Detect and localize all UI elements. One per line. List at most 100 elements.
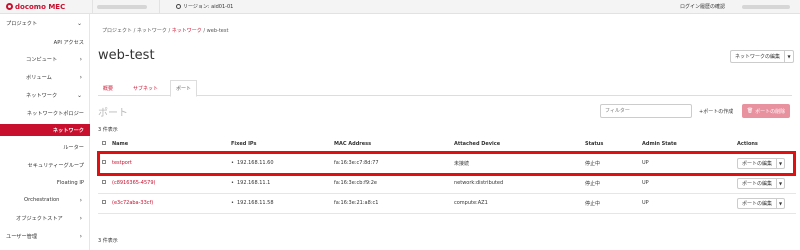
user-menu[interactable]	[742, 4, 790, 9]
column-header-mac[interactable]: MAC Address	[334, 135, 454, 154]
sidebar-item-label: Orchestration	[24, 197, 60, 203]
sidebar-item-label: ネットワーク	[26, 92, 58, 99]
sidebar-item-volume[interactable]: ボリューム ›	[0, 71, 90, 83]
edit-port-button[interactable]: ポートの編集 ▼	[737, 197, 786, 209]
ports-table: Name Fixed IPs MAC Address Attached Devi…	[98, 135, 796, 214]
top-bar: docomo MEC リージョン: aid01-01 ログイン履歴の確認	[0, 0, 800, 14]
edit-port-button[interactable]: ポートの編集 ▼	[737, 157, 786, 169]
sidebar: プロジェクト ⌄ API アクセス コンピュート › ボリューム › ネットワー…	[0, 14, 90, 250]
port-status: 停止中	[585, 173, 642, 194]
sidebar-item-router[interactable]: ルーター	[0, 141, 90, 153]
edit-port-label: ポートの編集	[742, 160, 773, 167]
edit-port-label: ポートの編集	[742, 200, 773, 207]
column-header-status[interactable]: Status	[585, 135, 642, 154]
table-row: testport 192.168.11.60 fa:16:3e:c7:8d:77…	[98, 153, 796, 174]
chevron-right-icon: ›	[79, 232, 82, 240]
port-device: compute:AZ1	[454, 193, 585, 214]
sidebar-item-object-store[interactable]: オブジェクトストア ›	[0, 212, 90, 224]
select-all-checkbox[interactable]	[102, 140, 106, 145]
filter-input[interactable]	[600, 104, 692, 118]
brand-logo[interactable]: docomo MEC	[0, 3, 90, 11]
breadcrumb: プロジェクト / ネットワーク / ネットワーク / web-test	[102, 27, 228, 34]
sidebar-item-label: コンピュート	[26, 56, 58, 63]
port-fixed-ip: 192.168.11.58	[231, 200, 274, 206]
sidebar-item-label: オブジェクトストア	[16, 215, 63, 222]
sidebar-item-api-access[interactable]: API アクセス	[0, 36, 90, 48]
row-select-cell	[98, 153, 112, 174]
chevron-down-icon: ⌄	[76, 19, 82, 27]
chevron-down-icon: ⌄	[76, 91, 82, 99]
port-name-link[interactable]: (e3c72aba-33cf)	[112, 200, 153, 206]
project-name-redacted	[97, 4, 147, 9]
tab-subnets[interactable]: サブネット	[128, 80, 163, 96]
edit-port-label: ポートの編集	[742, 180, 773, 187]
select-all-cell	[98, 135, 112, 154]
chevron-right-icon: ›	[79, 196, 82, 204]
sidebar-item-user-management[interactable]: ユーザー管理 ›	[0, 230, 90, 242]
column-header-actions: Actions	[737, 135, 796, 154]
tab-overview[interactable]: 概要	[98, 80, 118, 96]
row-select-cell	[98, 173, 112, 194]
project-selector[interactable]	[92, 0, 160, 14]
region-selector[interactable]: リージョン: aid01-01	[176, 3, 233, 10]
column-header-name[interactable]: Name	[112, 135, 231, 154]
sidebar-item-floating-ip[interactable]: Floating IP	[0, 177, 90, 189]
port-mac: fa:16:3e:21:a8:c1	[334, 193, 454, 214]
login-history-link[interactable]: ログイン履歴の確認	[680, 3, 725, 10]
delete-ports-button[interactable]: 🗑 ポートの削除	[742, 104, 790, 118]
sidebar-item-network-group[interactable]: ネットワーク ⌄	[0, 89, 90, 101]
edit-port-button[interactable]: ポートの編集 ▼	[737, 177, 786, 189]
breadcrumb-project[interactable]: プロジェクト	[102, 28, 132, 34]
port-status: 停止中	[585, 153, 642, 174]
sidebar-item-label: セキュリティーグループ	[27, 162, 84, 169]
region-label: リージョン: aid01-01	[183, 4, 234, 10]
tab-ports[interactable]: ポート	[170, 80, 198, 97]
item-count: 3 件表示	[98, 127, 118, 133]
sidebar-item-label: API アクセス	[53, 39, 84, 46]
port-device: 未接続	[454, 153, 585, 174]
row-select-cell	[98, 193, 112, 214]
caret-down-icon[interactable]: ▼	[784, 51, 793, 62]
chevron-right-icon: ›	[79, 73, 82, 81]
column-header-admin-state[interactable]: Admin State	[642, 135, 737, 154]
row-checkbox[interactable]	[102, 180, 106, 184]
sidebar-item-security-groups[interactable]: セキュリティーグループ	[0, 159, 90, 171]
sidebar-item-label: ネットワーク	[52, 127, 84, 134]
port-mac: fa:16:3e:cb:f9:2e	[334, 173, 454, 194]
caret-down-icon[interactable]: ▼	[776, 178, 784, 188]
sidebar-item-project[interactable]: プロジェクト ⌄	[0, 17, 90, 29]
port-fixed-ip: 192.168.11.60	[231, 160, 274, 166]
sidebar-item-label: ボリューム	[26, 74, 52, 81]
port-admin-state: UP	[642, 173, 737, 194]
caret-down-icon[interactable]: ▼	[776, 198, 784, 208]
port-mac: fa:16:3e:c7:8d:77	[334, 153, 454, 174]
column-header-fixed-ips[interactable]: Fixed IPs	[231, 135, 334, 154]
row-checkbox[interactable]	[102, 200, 106, 204]
port-name-link[interactable]: testport	[112, 160, 132, 166]
breadcrumb-network[interactable]: ネットワーク	[172, 28, 202, 34]
breadcrumb-current: web-test	[206, 28, 229, 34]
port-status: 停止中	[585, 193, 642, 214]
port-name-link[interactable]: (c8916365-4579)	[112, 180, 155, 186]
sidebar-item-label: プロジェクト	[6, 20, 38, 27]
sidebar-item-network[interactable]: ネットワーク	[0, 124, 90, 136]
sidebar-item-label: Floating IP	[56, 180, 84, 186]
logo-icon	[6, 3, 13, 10]
row-checkbox[interactable]	[102, 160, 106, 164]
column-header-device[interactable]: Attached Device	[454, 135, 585, 154]
table-row: (e3c72aba-33cf) 192.168.11.58 fa:16:3e:2…	[98, 193, 796, 214]
caret-down-icon[interactable]: ▼	[776, 158, 784, 168]
sidebar-item-label: ネットワークトポロジー	[26, 110, 84, 117]
sidebar-item-compute[interactable]: コンピュート ›	[0, 53, 90, 65]
trash-icon: 🗑	[746, 108, 754, 114]
create-port-button[interactable]: +ポートの作成	[696, 104, 736, 118]
sidebar-item-network-topology[interactable]: ネットワークトポロジー	[0, 107, 90, 119]
sidebar-item-orchestration[interactable]: Orchestration ›	[0, 194, 90, 206]
sidebar-item-label: ルーター	[63, 144, 84, 151]
edit-network-label: ネットワークの編集	[735, 54, 781, 60]
port-admin-state: UP	[642, 193, 737, 214]
port-admin-state: UP	[642, 153, 737, 174]
breadcrumb-network-group[interactable]: ネットワーク	[137, 28, 167, 34]
edit-network-button[interactable]: ネットワークの編集 ▼	[730, 50, 795, 63]
port-device: network:distributed	[454, 173, 585, 194]
